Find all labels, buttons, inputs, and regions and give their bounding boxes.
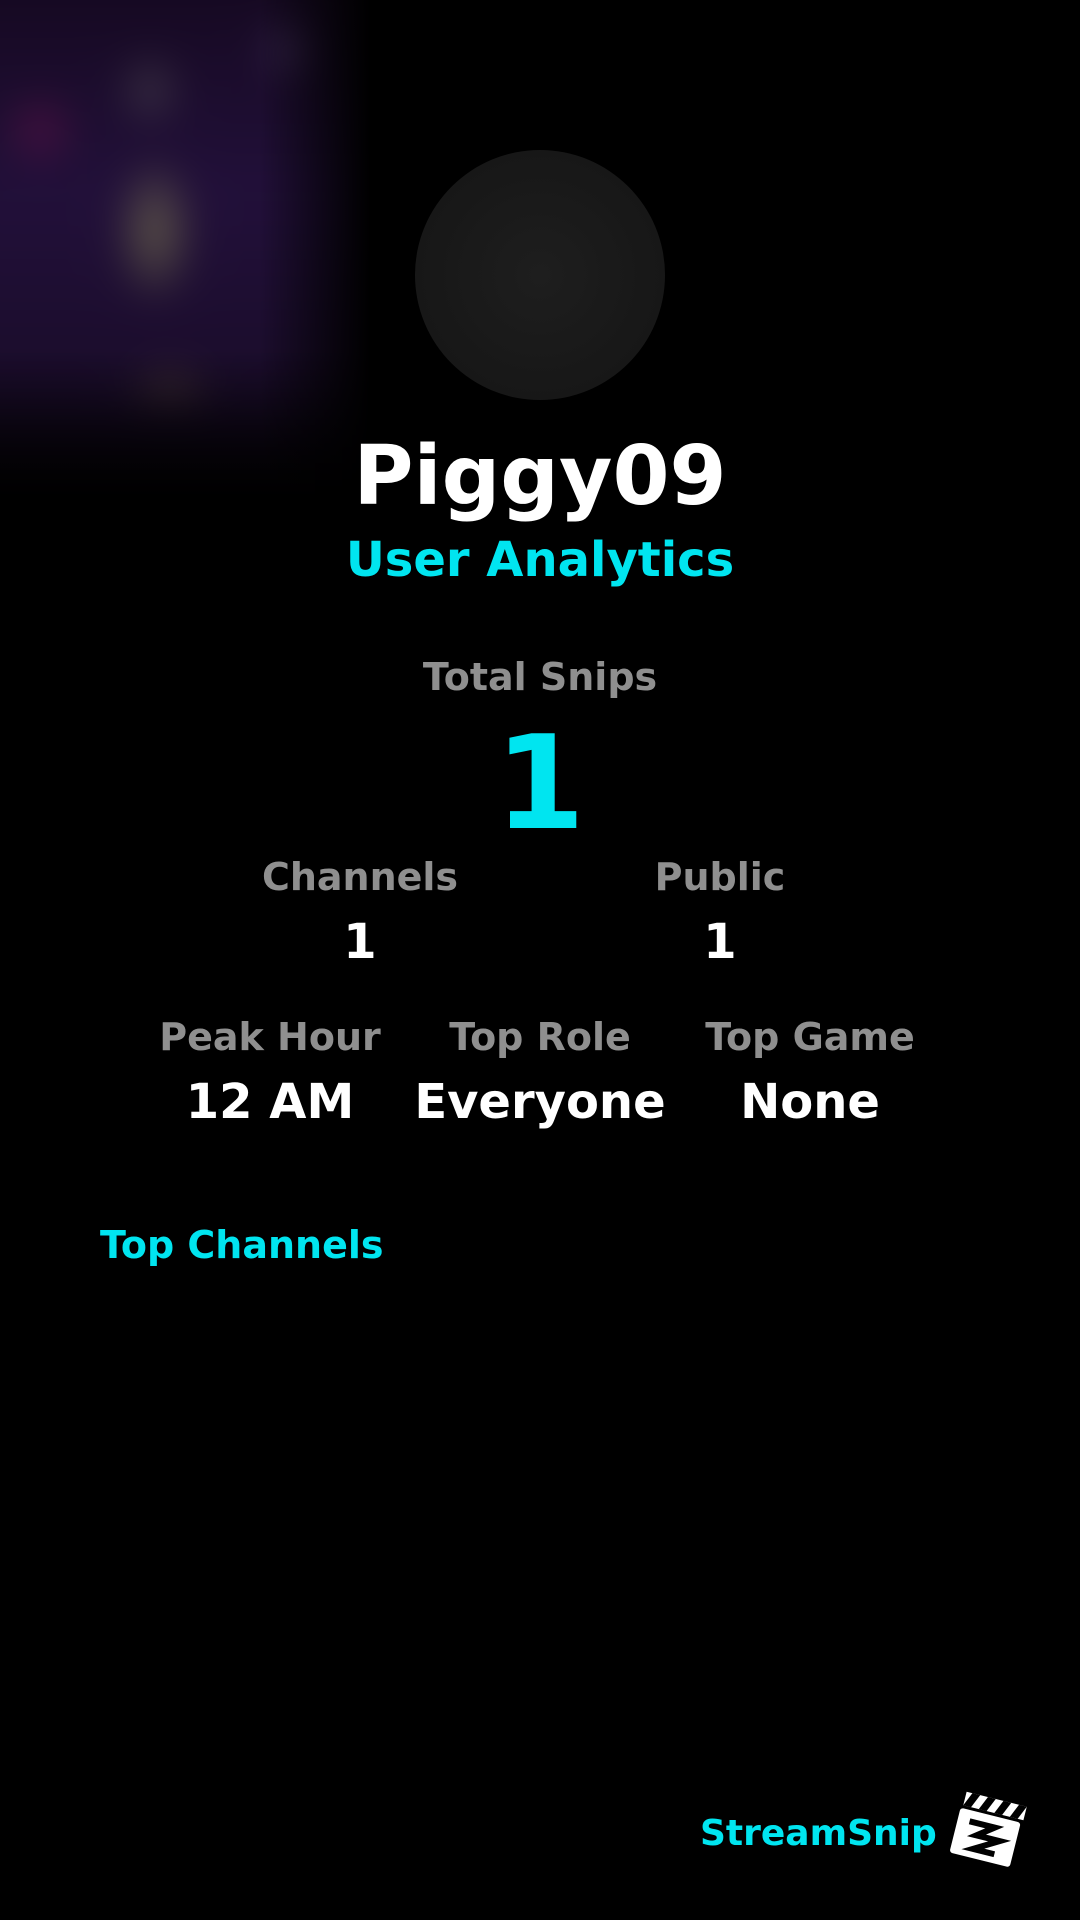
peak-hour-value: 12 AM xyxy=(185,1074,355,1130)
top-game-label: Top Game xyxy=(705,1015,915,1059)
top-game-value: None xyxy=(740,1074,880,1130)
public-label: Public xyxy=(654,855,786,899)
total-snips-value: 1 xyxy=(494,707,586,859)
avatar xyxy=(415,150,665,400)
public-value: 1 xyxy=(703,914,737,970)
brand-name: StreamSnip xyxy=(700,1813,937,1854)
top-channels-heading: Top Channels xyxy=(100,1223,384,1267)
blurred-background-image xyxy=(0,0,370,500)
channels-value: 1 xyxy=(343,914,377,970)
clapperboard-icon xyxy=(950,1791,1027,1867)
page-subtitle: User Analytics xyxy=(345,532,735,588)
peak-hour-label: Peak Hour xyxy=(159,1015,381,1059)
top-role-label: Top Role xyxy=(449,1015,631,1059)
username: Piggy09 xyxy=(353,429,727,524)
total-snips-label: Total Snips xyxy=(422,655,658,699)
channels-label: Channels xyxy=(261,855,459,899)
top-role-value: Everyone xyxy=(414,1074,666,1130)
